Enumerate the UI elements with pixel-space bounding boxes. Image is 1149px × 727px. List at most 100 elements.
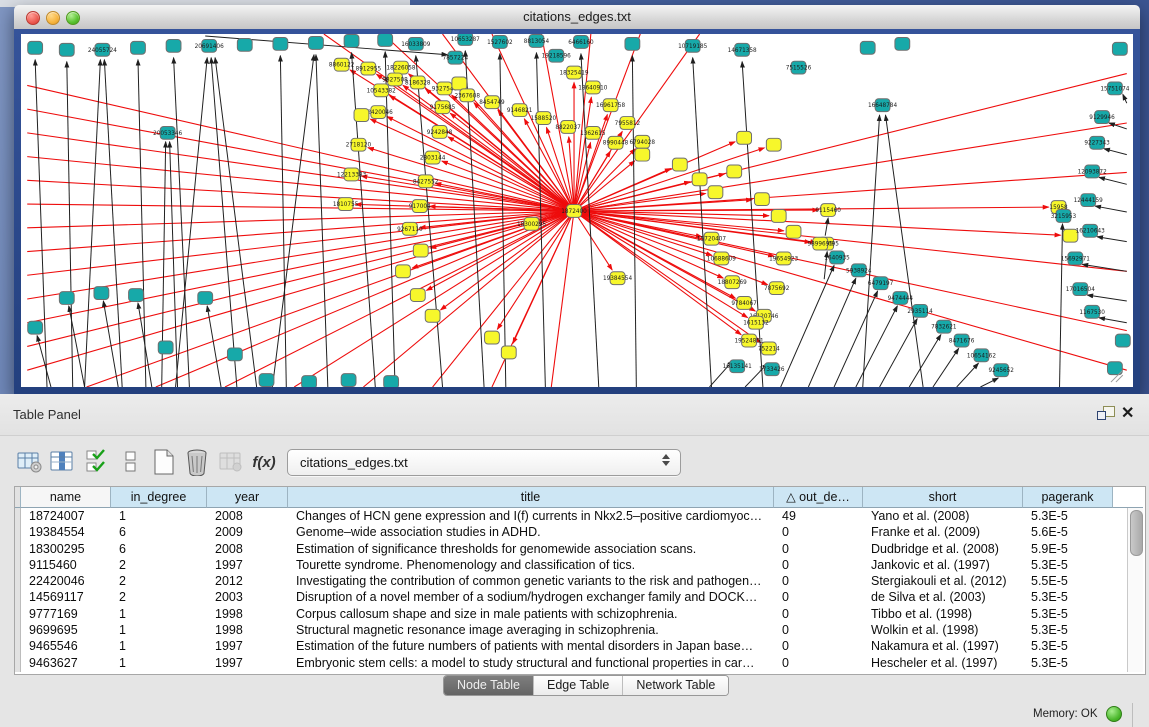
graph-node[interactable] (59, 43, 74, 56)
column-header-pagerank[interactable]: pagerank (1023, 487, 1113, 508)
graph-node[interactable] (727, 165, 742, 178)
graph-node[interactable]: 1733426 (759, 363, 785, 376)
table-cell[interactable]: Hescheler et al. (1997) (863, 655, 1023, 671)
graph-node[interactable] (94, 287, 109, 300)
graph-node[interactable] (737, 131, 752, 144)
table-cell[interactable]: Stergiakouli et al. (2012) (863, 573, 1023, 589)
table-cell[interactable]: 9465546 (21, 638, 111, 654)
graph-node[interactable]: 14671358 (728, 43, 757, 56)
table-cell[interactable]: 0 (774, 573, 863, 589)
table-cell[interactable]: 2 (111, 589, 207, 605)
column-header-in_degree[interactable]: in_degree (111, 487, 207, 508)
window-titlebar[interactable]: citations_edges.txt (14, 5, 1140, 30)
table-row[interactable]: 977716911998Corpus callosum shape and si… (21, 606, 1129, 622)
graph-node[interactable] (754, 193, 769, 206)
graph-node[interactable]: 24055724 (88, 43, 117, 56)
tab-edge-table[interactable]: Edge Table (534, 676, 623, 695)
table-cell[interactable]: 2 (111, 557, 207, 573)
graph-node[interactable]: 9245652 (988, 364, 1014, 377)
table-cell[interactable]: 5.3E-5 (1023, 508, 1113, 524)
graph-node[interactable]: 9242848 (427, 125, 453, 138)
tab-node-table[interactable]: Node Table (444, 676, 534, 695)
table-cell[interactable]: 0 (774, 606, 863, 622)
table-cell[interactable]: 1 (111, 638, 207, 654)
table-cell[interactable]: Tourette syndrome. Phenomenology and cla… (288, 557, 774, 573)
graph-node[interactable]: 2718120 (346, 138, 372, 151)
table-cell[interactable]: 5.3E-5 (1023, 655, 1113, 671)
table-cell[interactable]: 5.3E-5 (1023, 638, 1113, 654)
table-cell[interactable]: 1 (111, 655, 207, 671)
table-cell[interactable]: Nakamura et al. (1997) (863, 638, 1023, 654)
table-cell[interactable]: 14569117 (21, 589, 111, 605)
graph-node[interactable]: 20691406 (195, 39, 224, 52)
graph-node[interactable]: 7832621 (931, 320, 957, 333)
table-cell[interactable]: Genome–wide association studies in ADHD. (288, 524, 774, 540)
graph-node[interactable]: 1588520 (531, 112, 557, 125)
table-cell[interactable]: 5.5E-5 (1023, 573, 1113, 589)
graph-node[interactable] (895, 37, 910, 50)
graph-node[interactable]: 8186328 (405, 76, 431, 89)
graph-node[interactable]: 8427552 (413, 175, 439, 188)
graph-node[interactable]: 1167530 (1079, 305, 1105, 318)
graph-node[interactable]: 10653287 (451, 34, 480, 45)
graph-node[interactable] (131, 41, 146, 54)
delete-icon[interactable] (182, 447, 212, 477)
table-cell[interactable]: Wolkin et al. (1998) (863, 622, 1023, 638)
graph-node[interactable]: 1527602 (487, 35, 513, 48)
graph-node[interactable]: 12444159 (1074, 194, 1103, 207)
graph-node[interactable]: 8471676 (949, 334, 975, 347)
graph-node[interactable]: 16961758 (596, 99, 625, 112)
row-height-icon[interactable] (116, 447, 146, 477)
graph-node[interactable]: 6479197 (868, 277, 894, 290)
table-cell[interactable]: Jankovic et al. (1997) (863, 557, 1023, 573)
graph-node[interactable]: 15692971 (1061, 252, 1090, 265)
table-cell[interactable]: 2012 (207, 573, 288, 589)
table-cell[interactable]: Estimation of the future numbers of pati… (288, 638, 774, 654)
graph-node[interactable]: 15751074 (1100, 82, 1129, 95)
table-cell[interactable]: 18300295 (21, 541, 111, 557)
table-row[interactable]: 969969511998Structural magnetic resonanc… (21, 622, 1129, 638)
table-row[interactable]: 1938455462009Genome–wide association stu… (21, 524, 1129, 540)
graph-node[interactable] (341, 374, 356, 387)
table-cell[interactable]: 6 (111, 524, 207, 540)
table-row[interactable]: 946362711997Embryonic stem cells: a mode… (21, 655, 1129, 671)
graph-node[interactable]: 7875692 (764, 282, 790, 295)
graph-node[interactable] (129, 289, 144, 302)
graph-node[interactable] (452, 77, 467, 90)
table-row[interactable]: 2242004622012Investigating the contribut… (21, 573, 1129, 589)
graph-node[interactable]: 8813054 (524, 34, 550, 47)
table-cell[interactable]: 5.3E-5 (1023, 606, 1113, 622)
graph-node[interactable]: 16135141 (723, 360, 752, 373)
graph-node[interactable]: 16210643 (1076, 224, 1105, 237)
function-builder-icon[interactable]: f(x) (249, 447, 279, 477)
table-cell[interactable]: 5.6E-5 (1023, 524, 1113, 540)
graph-node[interactable] (396, 265, 411, 278)
graph-node[interactable]: 9227343 (1084, 136, 1110, 149)
table-cell[interactable]: 1997 (207, 655, 288, 671)
table-cell[interactable]: 1998 (207, 606, 288, 622)
table-cell[interactable]: 49 (774, 508, 863, 524)
close-panel-icon[interactable]: ✕ (1121, 403, 1134, 423)
graph-node[interactable] (384, 376, 399, 387)
table-cell[interactable]: Franke et al. (2009) (863, 524, 1023, 540)
graph-node[interactable] (309, 36, 324, 49)
vertical-scrollbar[interactable] (1127, 508, 1143, 672)
table-cell[interactable]: Tibbo et al. (1998) (863, 606, 1023, 622)
table-cell[interactable]: 9699695 (21, 622, 111, 638)
graph-node[interactable] (692, 173, 707, 186)
graph-node[interactable]: 17016504 (1066, 283, 1095, 296)
column-header-year[interactable]: year (207, 487, 288, 508)
table-cell[interactable]: 0 (774, 557, 863, 573)
graph-node[interactable]: 16033809 (401, 37, 430, 50)
float-panel-icon[interactable] (1097, 406, 1114, 422)
table-row[interactable]: 1830029562008Estimation of significance … (21, 541, 1129, 557)
graph-node[interactable]: 8990448 (603, 136, 629, 149)
table-cell[interactable]: 2009 (207, 524, 288, 540)
graph-node[interactable] (302, 376, 317, 387)
table-cell[interactable]: de Silva et al. (2003) (863, 589, 1023, 605)
graph-node[interactable]: 7955812 (615, 117, 641, 130)
graph-node[interactable]: 16648784 (868, 99, 897, 112)
graph-node[interactable] (625, 37, 640, 50)
table-cell[interactable]: Structural magnetic resonance image aver… (288, 622, 774, 638)
graph-node[interactable]: 9129946 (1089, 111, 1115, 124)
